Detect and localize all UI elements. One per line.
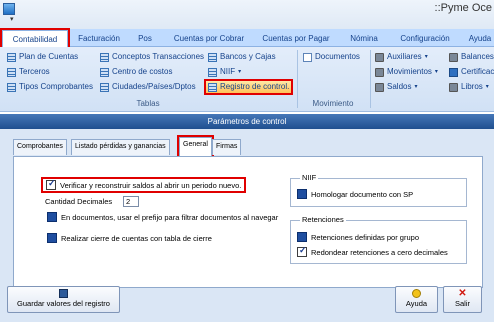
- dialog-tabs: Comprobantes Listado pérdidas y ganancia…: [13, 137, 483, 156]
- ribbon-terceros[interactable]: Terceros: [7, 66, 50, 78]
- verificar-saldos-checkbox[interactable]: Verificar y reconstruir saldos al abrir …: [43, 178, 245, 191]
- quick-access-dropdown-icon[interactable]: ▾: [10, 15, 14, 23]
- ribbon-tipos-comprobantes[interactable]: Tipos Comprobantes: [7, 81, 93, 93]
- grid-icon: [100, 52, 109, 62]
- help-icon: [412, 289, 421, 298]
- ribbon-registro-de-control[interactable]: Registro de control.: [206, 81, 292, 93]
- checkbox-icon: [297, 232, 307, 242]
- tab-facturacion[interactable]: Facturación: [72, 30, 126, 47]
- tab-listado-perdidas-ganancias[interactable]: Listado pérdidas y ganancias: [71, 139, 170, 155]
- ribbon-tabs: Contabilidad Facturación Pos Cuentas por…: [0, 29, 494, 47]
- grid-icon: [7, 67, 16, 77]
- grid-icon: [208, 67, 217, 77]
- certificate-icon: [449, 67, 458, 77]
- retenciones-group: [290, 220, 467, 264]
- dialog-title: Parámetros de control: [0, 114, 494, 129]
- ribbon-auxiliares[interactable]: Auxiliares ▾: [375, 51, 428, 63]
- ribbon-ciudades-paises-dptos[interactable]: Ciudades/Países/Dptos: [100, 81, 196, 93]
- retenciones-por-grupo-checkbox[interactable]: Retenciones definidas por grupo: [297, 232, 419, 242]
- tab-contabilidad[interactable]: Contabilidad: [2, 30, 68, 47]
- ribbon-certificados[interactable]: Certificac: [449, 66, 494, 78]
- ribbon-movimientos[interactable]: Movimientos ▾: [375, 66, 438, 78]
- salir-button[interactable]: ✕ Salir: [443, 286, 482, 313]
- tab-comprobantes[interactable]: Comprobantes: [13, 139, 67, 155]
- document-icon: [303, 52, 312, 62]
- ayuda-button[interactable]: Ayuda: [395, 286, 438, 313]
- grid-icon: [100, 67, 109, 77]
- checkbox-checked-icon: [46, 178, 56, 190]
- tab-cuentas-por-pagar[interactable]: Cuentas por Pagar: [256, 30, 336, 47]
- redondear-retenciones-checkbox[interactable]: Redondear retenciones a cero decimales: [297, 245, 448, 257]
- cantidad-decimales-input[interactable]: [123, 196, 139, 207]
- general-panel: Verificar y reconstruir saldos al abrir …: [13, 156, 483, 288]
- chevron-down-icon: ▾: [414, 84, 418, 90]
- group-label-movimiento: Movimiento: [312, 99, 354, 108]
- printer-icon: [375, 67, 384, 77]
- retenciones-group-title: Retenciones: [300, 215, 346, 224]
- checkbox-icon: [297, 189, 307, 199]
- cantidad-decimales-label: Cantidad Decimales: [45, 197, 113, 206]
- tab-general[interactable]: General: [179, 137, 212, 156]
- checkbox-icon: [47, 233, 57, 243]
- app-title: ::Pyme Oce: [434, 2, 492, 14]
- chevron-down-icon: ▾: [238, 69, 242, 75]
- tab-cuentas-por-cobrar[interactable]: Cuentas por Cobrar: [166, 30, 252, 47]
- guardar-valores-button[interactable]: Guardar valores del registro: [7, 286, 120, 313]
- ribbon-panel: Plan de Cuentas Terceros Tipos Comproban…: [0, 47, 494, 112]
- ribbon-documentos[interactable]: Documentos: [303, 51, 360, 63]
- ribbon-libros[interactable]: Libros ▾: [449, 81, 489, 93]
- save-icon: [59, 289, 68, 298]
- ribbon-centro-de-costos[interactable]: Centro de costos: [100, 66, 172, 78]
- ribbon-conceptos-transacciones[interactable]: Conceptos Transacciones: [100, 51, 204, 63]
- grid-icon: [7, 52, 16, 62]
- ribbon-separator: [370, 50, 371, 108]
- chevron-down-icon: ▾: [485, 84, 489, 90]
- grid-icon: [208, 52, 217, 62]
- app-logo-icon[interactable]: [3, 3, 15, 15]
- checkbox-checked-icon: [297, 245, 307, 257]
- chevron-down-icon: ▾: [434, 69, 438, 75]
- checkbox-icon: [47, 212, 57, 222]
- tab-firmas[interactable]: Firmas: [212, 139, 242, 155]
- printer-icon: [449, 82, 458, 92]
- group-label-tablas: Tablas: [136, 99, 160, 108]
- dialog-parametros-de-control: Comprobantes Listado pérdidas y ganancia…: [0, 129, 494, 322]
- tab-ayuda[interactable]: Ayuda: [465, 30, 494, 47]
- printer-icon: [375, 52, 384, 62]
- tab-nomina[interactable]: Nómina: [344, 30, 384, 47]
- grid-icon: [7, 82, 16, 92]
- grid-icon: [100, 82, 109, 92]
- ribbon-saldos[interactable]: Saldos ▾: [375, 81, 417, 93]
- printer-icon: [449, 52, 458, 62]
- ribbon-plan-de-cuentas[interactable]: Plan de Cuentas: [7, 51, 78, 63]
- tab-configuracion[interactable]: Configuración: [393, 30, 457, 47]
- niif-group-title: NIIF: [300, 173, 319, 182]
- ribbon-balances[interactable]: Balances: [449, 51, 494, 63]
- printer-icon: [375, 82, 384, 92]
- ribbon-bancos-y-cajas[interactable]: Bancos y Cajas: [208, 51, 276, 63]
- grid-icon: [208, 82, 217, 92]
- app-title-bar: ▾ ::Pyme Oce: [0, 0, 494, 29]
- close-icon: ✕: [458, 288, 467, 299]
- tab-pos[interactable]: Pos: [132, 30, 158, 47]
- chevron-down-icon: ▾: [424, 54, 428, 60]
- usar-prefijo-checkbox[interactable]: En documentos, usar el prefijo para filt…: [47, 212, 278, 222]
- homologar-checkbox[interactable]: Homologar documento con SP: [297, 189, 413, 199]
- ribbon-niif[interactable]: NIIF ▾: [208, 66, 241, 78]
- cierre-cuentas-checkbox[interactable]: Realizar cierre de cuentas con tabla de …: [47, 233, 212, 243]
